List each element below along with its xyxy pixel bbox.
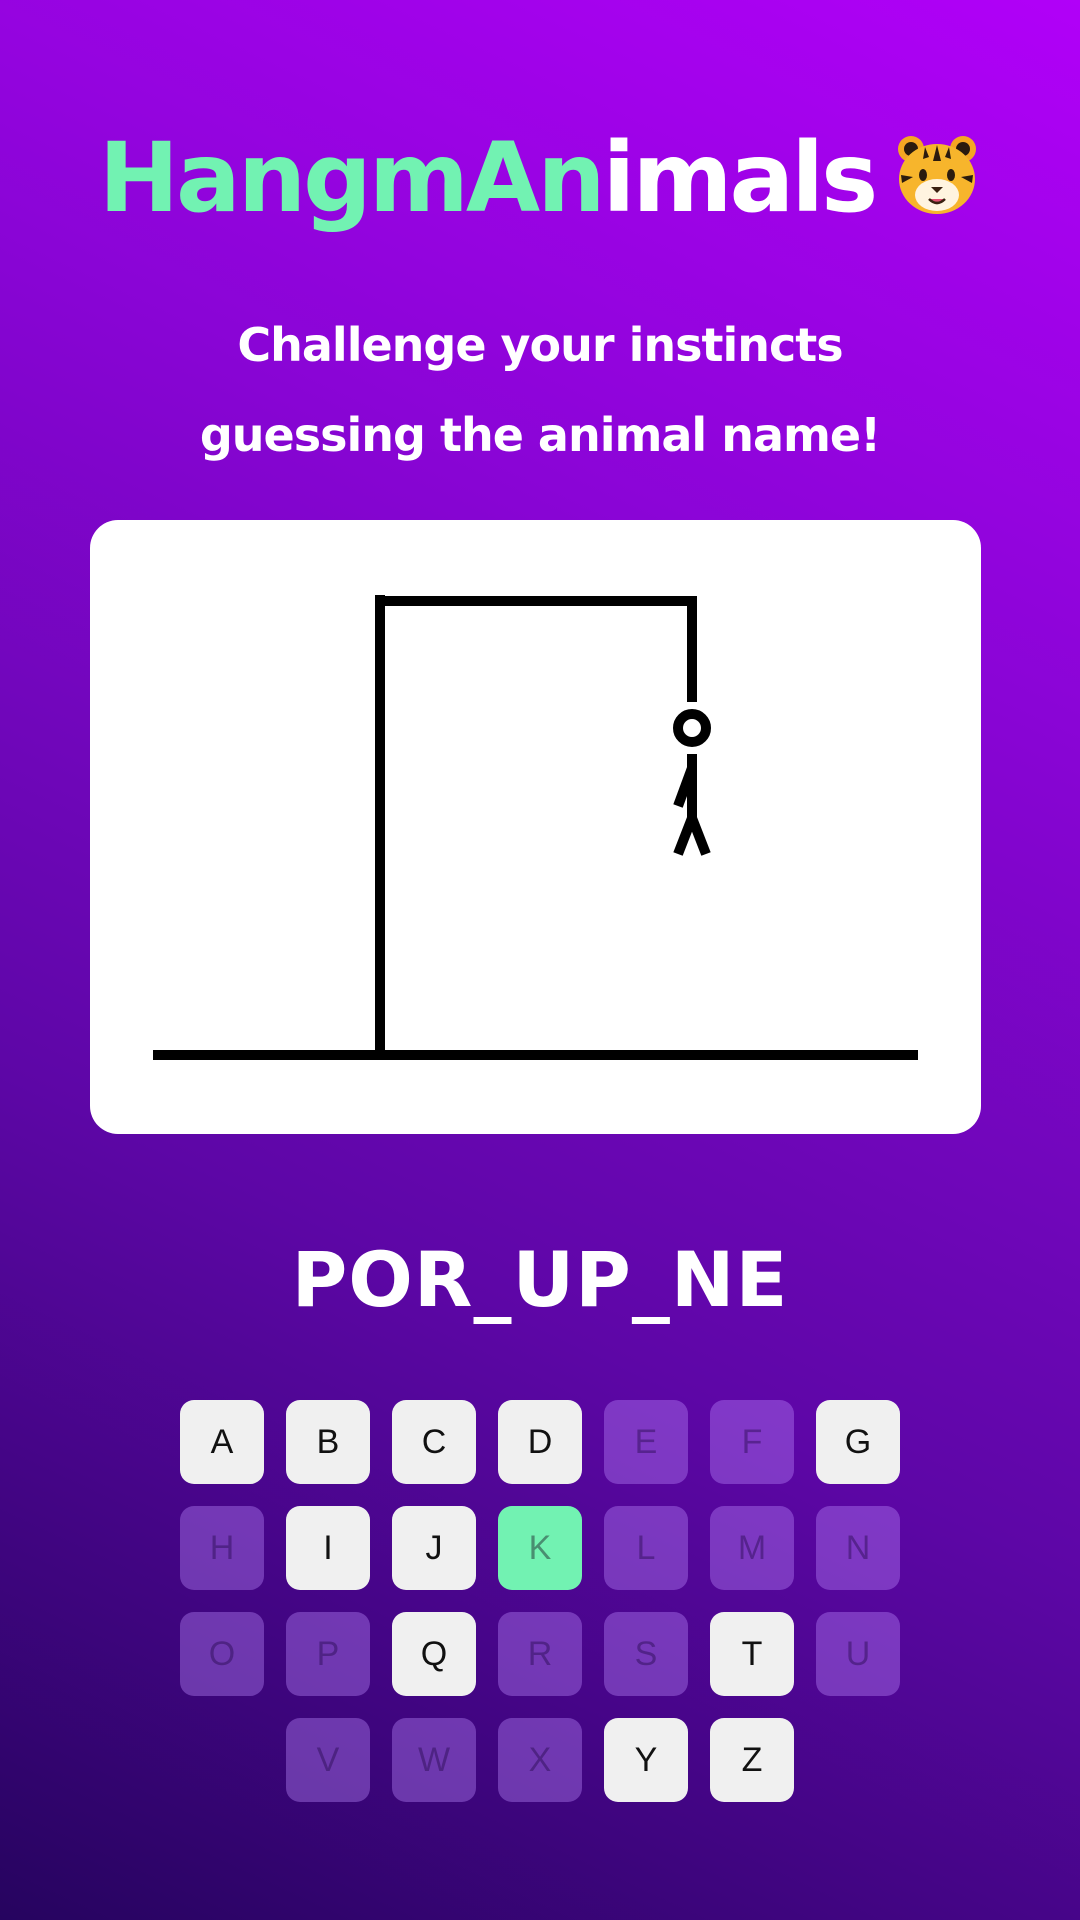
letter-key-q[interactable]: Q: [392, 1612, 476, 1696]
app-title: HangmAnimals: [0, 118, 1080, 238]
hangman-right-leg: [687, 816, 711, 856]
letter-key-w: W: [392, 1718, 476, 1802]
letter-key-l: L: [604, 1506, 688, 1590]
letter-key-i[interactable]: I: [286, 1506, 370, 1590]
keyboard-row: VWXYZ: [0, 1718, 1080, 1802]
letter-key-n: N: [816, 1506, 900, 1590]
letter-key-h: H: [180, 1506, 264, 1590]
keyboard-row: HIJKLMN: [0, 1506, 1080, 1590]
letter-key-j[interactable]: J: [392, 1506, 476, 1590]
keyboard-row: OPQRSTU: [0, 1612, 1080, 1696]
hangman-head: [673, 709, 711, 747]
hangman-board: [90, 520, 981, 1134]
letter-key-d[interactable]: D: [498, 1400, 582, 1484]
letter-key-c[interactable]: C: [392, 1400, 476, 1484]
letter-key-p: P: [286, 1612, 370, 1696]
subtitle: Challenge your instincts guessing the an…: [199, 318, 881, 462]
tiger-face-icon: [893, 126, 981, 214]
title-part-1: HangmAn: [98, 122, 606, 234]
letter-key-u: U: [816, 1612, 900, 1696]
letter-key-x: X: [498, 1718, 582, 1802]
letter-key-v: V: [286, 1718, 370, 1802]
masked-word: POR_UP_NE: [291, 1235, 789, 1324]
letter-key-y[interactable]: Y: [604, 1718, 688, 1802]
letter-key-k: K: [498, 1506, 582, 1590]
title-part-2: imals: [602, 122, 879, 234]
letter-key-e: E: [604, 1400, 688, 1484]
letter-key-a[interactable]: A: [180, 1400, 264, 1484]
letter-key-s: S: [604, 1612, 688, 1696]
letter-key-g[interactable]: G: [816, 1400, 900, 1484]
keyboard-row: ABCDEFG: [0, 1400, 1080, 1484]
letter-key-o: O: [180, 1612, 264, 1696]
letter-key-m: M: [710, 1506, 794, 1590]
letter-key-f: F: [710, 1400, 794, 1484]
letter-key-r: R: [498, 1612, 582, 1696]
letter-key-t[interactable]: T: [710, 1612, 794, 1696]
letter-keyboard: ABCDEFG HIJKLMN OPQRSTU VWXYZ: [0, 1400, 1080, 1824]
letter-key-z[interactable]: Z: [710, 1718, 794, 1802]
letter-key-b[interactable]: B: [286, 1400, 370, 1484]
